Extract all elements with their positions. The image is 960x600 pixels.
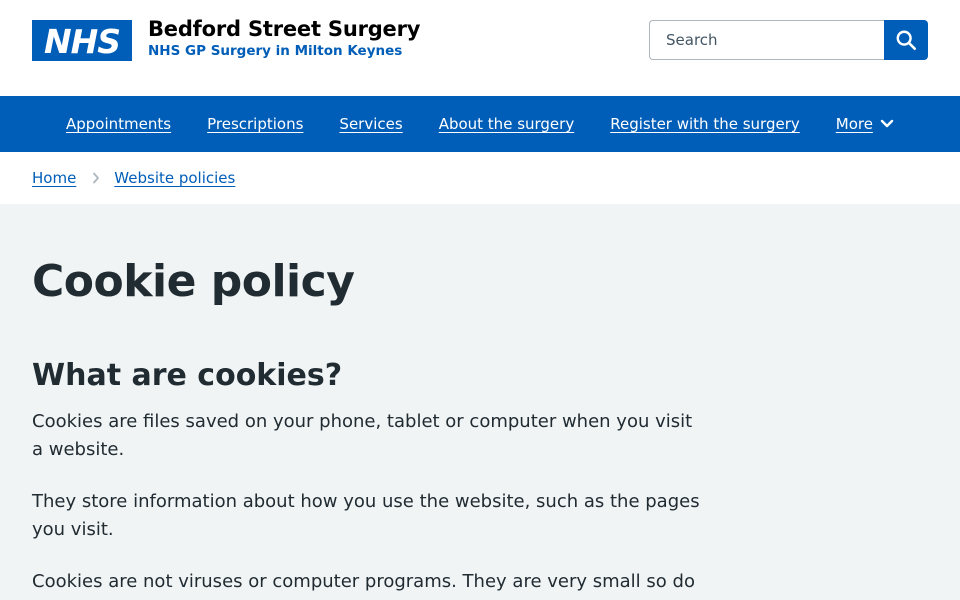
nav-prescriptions[interactable]: Prescriptions: [207, 115, 303, 133]
breadcrumb-website-policies[interactable]: Website policies: [114, 169, 235, 187]
nhs-logo[interactable]: NHS: [32, 20, 132, 61]
nhs-logo-mark: NHS: [44, 22, 121, 59]
svg-text:NHS: NHS: [44, 22, 120, 59]
search-input[interactable]: [649, 20, 884, 60]
main-content: Cookie policy What are cookies? Cookies …: [0, 256, 700, 596]
paragraph: Cookies are not viruses or computer prog…: [32, 571, 695, 592]
paragraph: Cookies are files saved on your phone, t…: [32, 411, 693, 460]
nav-more-label: More: [835, 115, 873, 133]
paragraph: They store information about how you use…: [32, 491, 700, 540]
org-name: Bedford Street Surgery: [148, 17, 421, 41]
primary-navigation: Appointments Prescriptions Services Abou…: [0, 96, 960, 152]
page-title: Cookie policy: [32, 256, 355, 307]
search-button[interactable]: [884, 20, 928, 60]
breadcrumb-home[interactable]: Home: [32, 169, 76, 187]
nav-register-with-the-surgery[interactable]: Register with the surgery: [610, 115, 800, 133]
nav-appointments[interactable]: Appointments: [66, 115, 171, 133]
breadcrumb: Home Website policies: [0, 152, 960, 204]
organisation-name[interactable]: Bedford Street Surgery NHS GP Surgery in…: [148, 16, 420, 60]
nav-more[interactable]: More: [836, 115, 894, 133]
chevron-right-icon: [92, 172, 100, 184]
search-icon: [896, 30, 916, 50]
nav-services[interactable]: Services: [339, 115, 402, 133]
org-subtitle: NHS GP Surgery in Milton Keynes: [148, 43, 403, 59]
section-heading: What are cookies?: [32, 358, 343, 393]
search-form: [649, 20, 928, 60]
nav-about-the-surgery[interactable]: About the surgery: [439, 115, 575, 133]
chevron-down-icon: [880, 115, 894, 133]
site-header: NHS Bedford Street Surgery NHS GP Surger…: [0, 0, 960, 96]
